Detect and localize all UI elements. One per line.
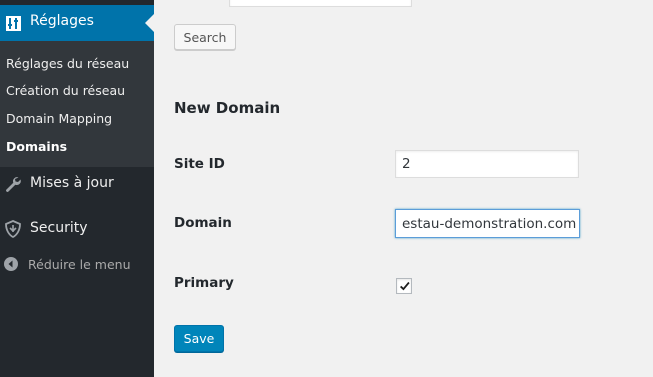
menu-item-label: Mises à jour xyxy=(30,175,114,191)
menu-item-mises-a-jour[interactable]: Mises à jour xyxy=(0,167,154,201)
menu-item-label: Security xyxy=(30,220,88,236)
menu-item-security[interactable]: Security xyxy=(0,212,154,246)
wrench-icon xyxy=(6,177,21,192)
site-id-field[interactable]: 2 xyxy=(395,150,579,178)
submenu-item-domains[interactable]: Domains xyxy=(6,139,67,154)
menu-item-reglages[interactable]: Réglages xyxy=(0,5,154,41)
settings-submenu: Réglages du réseau Création du réseau Do… xyxy=(0,41,154,167)
submenu-item-creation-reseau[interactable]: Création du réseau xyxy=(6,83,125,98)
search-input[interactable] xyxy=(229,0,412,7)
save-button[interactable]: Save xyxy=(174,325,224,352)
settings-icon xyxy=(6,16,21,31)
primary-label: Primary xyxy=(174,275,234,291)
submenu-item-domain-mapping[interactable]: Domain Mapping xyxy=(6,111,112,126)
collapse-arrow-icon xyxy=(4,257,18,271)
current-menu-arrow xyxy=(145,14,154,32)
collapse-menu-button[interactable]: Réduire le menu xyxy=(0,252,154,286)
checkmark-icon xyxy=(400,281,410,291)
admin-sidebar: Réglages Réglages du réseau Création du … xyxy=(0,0,154,377)
shield-icon xyxy=(5,220,21,238)
collapse-menu-label: Réduire le menu xyxy=(28,257,131,272)
domain-field[interactable]: estau-demonstration.com xyxy=(395,209,580,238)
section-title: New Domain xyxy=(174,99,281,117)
domain-label: Domain xyxy=(174,215,232,231)
site-id-label: Site ID xyxy=(174,156,225,172)
search-button[interactable]: Search xyxy=(174,24,236,50)
submenu-item-reglages-reseau[interactable]: Réglages du réseau xyxy=(6,56,129,71)
menu-item-label: Réglages xyxy=(30,13,94,29)
primary-checkbox[interactable] xyxy=(396,278,412,294)
